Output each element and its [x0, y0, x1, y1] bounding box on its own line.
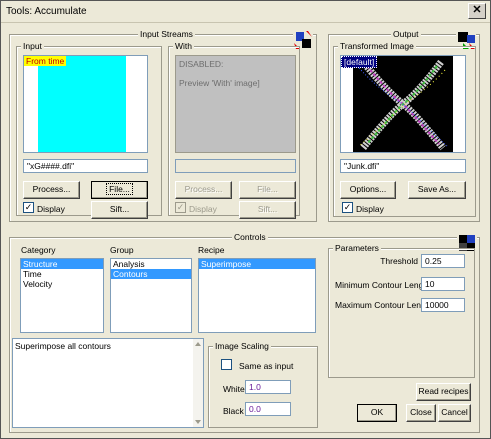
description-box[interactable]: Superimpose all contours: [12, 338, 204, 428]
recipe-label: Recipe: [198, 245, 225, 255]
input-sift-button[interactable]: Sift...: [91, 201, 148, 219]
with-preview-line2: Preview 'With' image]: [179, 78, 260, 88]
output-save-as-button[interactable]: Save As...: [408, 181, 466, 199]
controls-group: Controls Category Structure Time Velocit…: [9, 232, 480, 433]
white-value-field[interactable]: 1.0: [245, 380, 291, 394]
group-list[interactable]: Analysis Contours: [110, 258, 192, 333]
max-contour-length-label: Maximum Contour Leng: [335, 300, 421, 310]
ok-button[interactable]: OK: [357, 404, 397, 422]
transformed-image-label: Transformed Image: [338, 41, 416, 51]
close-icon: ✕: [472, 4, 482, 16]
description-text: Superimpose all contours: [15, 341, 111, 351]
output-group: Output Transformed Image [default] "Junk…: [328, 29, 480, 222]
accumulate-window: Tools: Accumulate ✕ Input Streams Input …: [0, 0, 491, 439]
with-process-button: Process...: [175, 181, 232, 199]
transformed-image-subgroup: Transformed Image [default] "Junk.dfi" O…: [333, 41, 476, 217]
output-filename-field[interactable]: "Junk.dfi": [340, 159, 466, 173]
with-preview: DISABLED: Preview 'With' image]: [175, 55, 296, 153]
parameters-legend: Parameters: [333, 243, 381, 253]
input-preview-tag: From time: [24, 56, 67, 66]
white-label: White: [223, 384, 245, 394]
scroll-up-arrow-icon[interactable]: [195, 342, 201, 346]
output-display-label: Display: [356, 204, 384, 214]
input-process-button[interactable]: Process...: [23, 181, 80, 199]
output-display-checkbox[interactable]: ✓: [342, 202, 353, 213]
with-label: With: [173, 41, 194, 51]
title-bar: Tools: Accumulate ✕: [1, 1, 490, 23]
input-subgroup: Input From time "xG####.dfi" Process... …: [16, 41, 162, 219]
description-scrollbar[interactable]: [193, 339, 203, 427]
input-label: Input: [21, 41, 44, 51]
image-scaling-legend: Image Scaling: [213, 341, 271, 351]
group-item-contours[interactable]: Contours: [111, 269, 191, 279]
output-legend: Output: [391, 29, 421, 39]
black-value-field[interactable]: 0.0: [245, 402, 291, 416]
black-label: Black: [223, 406, 244, 416]
output-preview-image: [353, 56, 453, 152]
threshold-label: Threshold: [380, 256, 418, 266]
group-item-analysis[interactable]: Analysis: [111, 259, 191, 269]
with-filename-field: [175, 159, 296, 173]
min-contour-length-field[interactable]: 10: [421, 277, 465, 291]
controls-legend: Controls: [232, 232, 268, 242]
close-button[interactable]: Close: [406, 404, 436, 422]
with-display-label: Display: [189, 204, 217, 214]
input-filename-field[interactable]: "xG####.dfi": [23, 159, 148, 173]
output-preview[interactable]: [default]: [340, 55, 466, 153]
cancel-button[interactable]: Cancel: [438, 404, 471, 422]
category-item-time[interactable]: Time: [21, 269, 103, 279]
with-preview-line1: DISABLED:: [179, 59, 224, 69]
input-display-label: Display: [37, 204, 65, 214]
input-file-button[interactable]: File...: [91, 181, 148, 199]
parameters-group: Parameters Threshold 0.25 Minimum Contou…: [328, 243, 475, 378]
output-options-button[interactable]: Options...: [340, 181, 396, 199]
threshold-field[interactable]: 0.25: [421, 254, 465, 268]
close-window-button[interactable]: ✕: [468, 3, 486, 19]
category-item-velocity[interactable]: Velocity: [21, 279, 103, 289]
group-label: Group: [110, 245, 134, 255]
same-as-input-checkbox[interactable]: [221, 359, 232, 370]
category-label: Category: [21, 245, 56, 255]
image-scaling-group: Image Scaling Same as input White 1.0 Bl…: [208, 341, 318, 428]
input-streams-group: Input Streams Input From time "xG####.df…: [9, 29, 317, 222]
category-item-structure[interactable]: Structure: [21, 259, 103, 269]
recipe-list[interactable]: Superimpose: [198, 258, 316, 333]
input-preview-image: [38, 56, 126, 152]
max-contour-length-field[interactable]: 10000: [421, 298, 465, 312]
input-display-checkbox[interactable]: ✓: [23, 202, 34, 213]
read-recipes-button[interactable]: Read recipes: [416, 383, 471, 401]
min-contour-length-label: Minimum Contour Lengt: [335, 280, 421, 290]
input-streams-legend: Input Streams: [138, 29, 195, 39]
same-as-input-label: Same as input: [239, 361, 294, 371]
with-file-button: File...: [239, 181, 296, 199]
scroll-down-arrow-icon[interactable]: [195, 420, 201, 424]
with-sift-button: Sift...: [239, 201, 296, 219]
output-preview-tag: [default]: [341, 56, 378, 68]
with-subgroup: With DISABLED: Preview 'With' image] Pro…: [168, 41, 300, 219]
recipe-item-superimpose[interactable]: Superimpose: [199, 259, 315, 269]
category-list[interactable]: Structure Time Velocity: [20, 258, 104, 333]
with-display-checkbox: ✓: [175, 202, 186, 213]
window-title: Tools: Accumulate: [6, 6, 87, 17]
input-preview[interactable]: From time: [23, 55, 148, 153]
